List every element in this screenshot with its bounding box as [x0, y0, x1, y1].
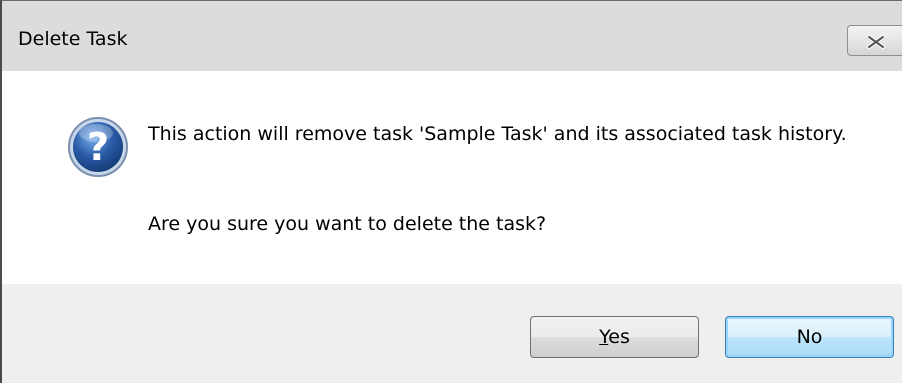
message-area: ? This action will remove task 'Sample T…	[2, 71, 902, 284]
close-button[interactable]	[847, 25, 902, 56]
button-bar: Yes No	[2, 284, 902, 383]
yes-button[interactable]: Yes	[530, 316, 699, 358]
title-bar[interactable]: Delete Task	[2, 1, 902, 71]
message-text: This action will remove task 'Sample Tas…	[148, 123, 847, 145]
yes-label-rest: es	[608, 326, 630, 348]
close-icon	[867, 35, 885, 49]
dialog-title: Delete Task	[18, 28, 128, 50]
svg-text:?: ?	[87, 125, 109, 169]
delete-task-dialog: Delete Task ? This action will remove ta…	[0, 0, 902, 383]
no-button[interactable]: No	[725, 316, 894, 358]
yes-mnemonic: Y	[599, 326, 609, 348]
question-icon: ?	[68, 117, 128, 177]
confirmation-question: Are you sure you want to delete the task…	[148, 213, 547, 235]
